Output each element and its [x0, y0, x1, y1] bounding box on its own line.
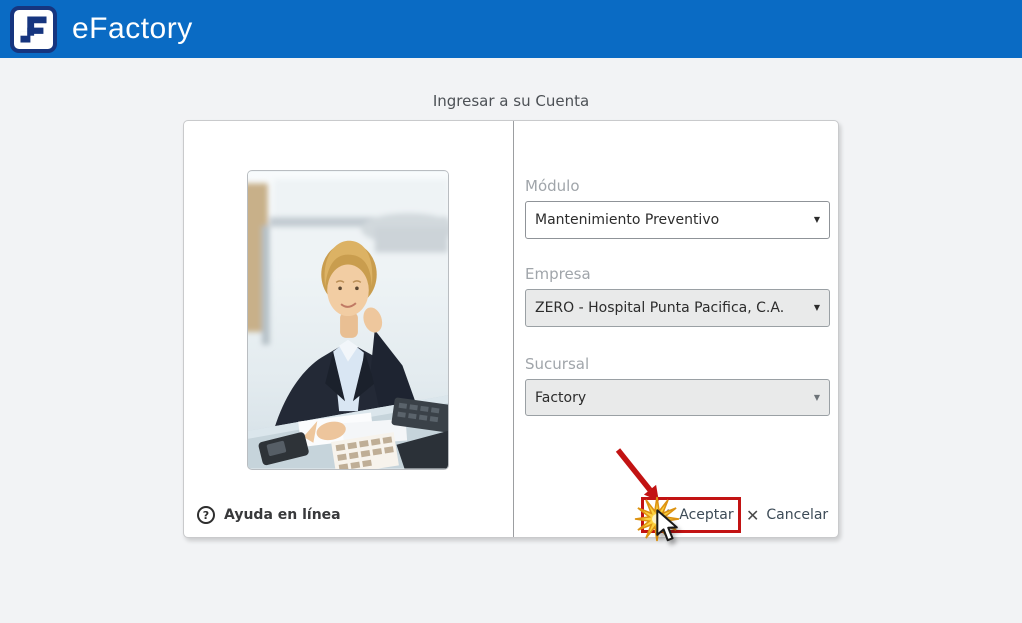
chevron-down-icon: ▼ — [813, 215, 820, 224]
question-mark-icon: ? — [197, 506, 215, 524]
login-photo — [247, 170, 449, 470]
app-title: eFactory — [72, 12, 193, 45]
card-divider — [513, 121, 514, 537]
chevron-down-icon: ▼ — [813, 303, 820, 312]
checkmark-icon: ✓ — [658, 505, 673, 525]
modulo-selected-value: Mantenimiento Preventivo — [535, 212, 720, 228]
question-mark-glyph: ? — [202, 508, 210, 522]
close-x-icon: ✕ — [746, 505, 760, 525]
login-card: ? Ayuda en línea Módulo Mantenimiento Pr… — [183, 120, 839, 538]
sucursal-label: Sucursal — [525, 355, 590, 373]
empresa-label: Empresa — [525, 265, 591, 283]
sucursal-selected-value: Factory — [535, 389, 587, 406]
chevron-down-icon: ▼ — [813, 392, 820, 402]
accept-button[interactable]: ✓ Aceptar — [658, 499, 734, 531]
app-header: eFactory — [0, 0, 1022, 58]
logo-f-glyph — [20, 15, 47, 43]
empresa-select[interactable]: ZERO - Hospital Punta Pacifica, C.A. ▼ — [525, 289, 830, 327]
accept-button-label: Aceptar — [679, 507, 734, 523]
sucursal-select[interactable]: Factory ▼ — [525, 379, 830, 416]
empresa-selected-value: ZERO - Hospital Punta Pacifica, C.A. — [535, 300, 785, 316]
cancel-button[interactable]: ✕ Cancelar — [746, 499, 828, 531]
efactory-logo-icon[interactable] — [10, 5, 57, 53]
help-online-label: Ayuda en línea — [224, 507, 341, 523]
help-online-link[interactable]: ? Ayuda en línea — [197, 504, 341, 526]
cancel-button-label: Cancelar — [766, 507, 829, 523]
page-title: Ingresar a su Cuenta — [432, 92, 590, 110]
modulo-label: Módulo — [525, 177, 580, 195]
modulo-select[interactable]: Mantenimiento Preventivo ▼ — [525, 201, 830, 239]
